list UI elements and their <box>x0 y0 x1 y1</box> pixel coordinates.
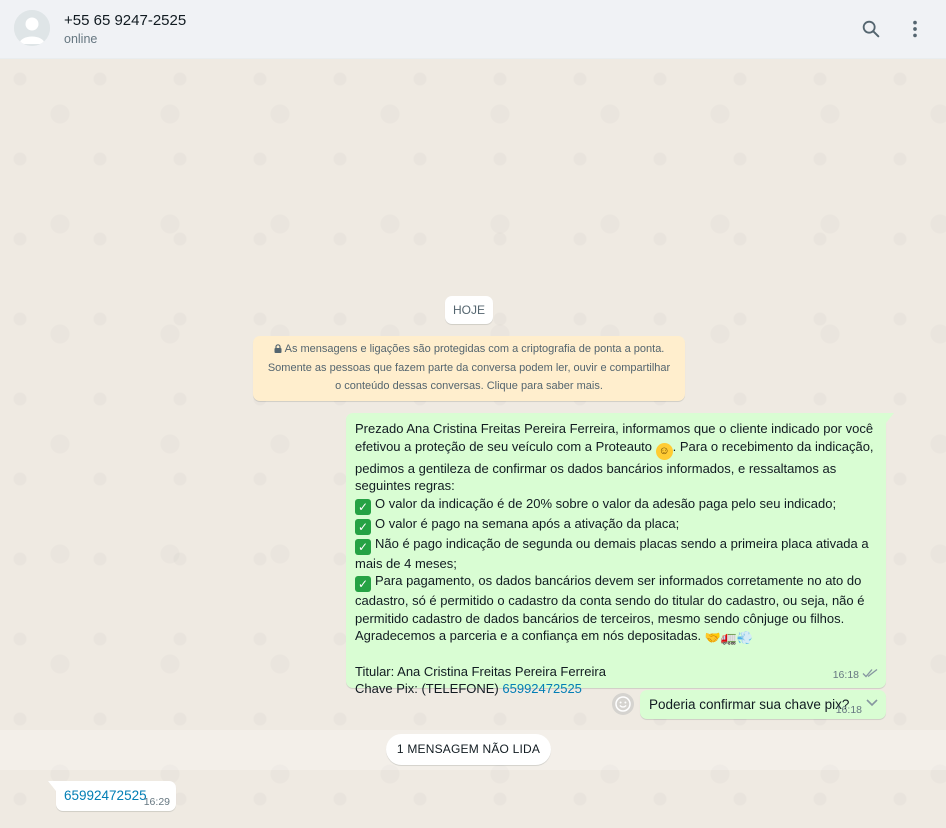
search-icon[interactable] <box>860 18 882 40</box>
message-time: 16:18 <box>832 668 859 681</box>
encryption-notice-line3: o conteúdo dessas conversas. Clique para… <box>335 380 603 392</box>
holder-line: Titular: Ana Cristina Freitas Pereira Fe… <box>355 663 606 679</box>
pix-label: Chave Pix: (TELEFONE) <box>355 681 503 696</box>
rule-text-3: Não é pago indicação de segunda ou demai… <box>355 535 869 571</box>
thanks-text: Agradecemos a parceria e a confiança em … <box>355 628 705 643</box>
encryption-notice-line2: Somente as pessoas que fazem parte da co… <box>267 361 671 374</box>
default-avatar-icon <box>14 10 50 46</box>
encryption-notice[interactable]: As mensagens e ligações são protegidas c… <box>253 336 685 401</box>
encryption-text-1: As mensagens e ligações são protegidas c… <box>284 343 665 355</box>
message-meta-2: 16:18 <box>836 704 862 716</box>
rule-line-3: ✓ Não é pago indicação de segunda ou dema… <box>355 535 875 573</box>
react-emoji-button[interactable] <box>612 693 634 715</box>
incoming-message-bubble[interactable]: 65992472525 16:29 <box>48 781 176 811</box>
dash-emoji-icon: 💨 <box>736 630 753 645</box>
truck-emoji-icon: 🚛 <box>720 630 737 645</box>
rule-text-2: O valor é pago na semana após a ativação… <box>375 515 680 531</box>
incoming-message-meta: 16:29 <box>144 796 170 808</box>
incoming-phone-link[interactable]: 65992472525 <box>64 788 147 803</box>
bubble-tail-icon <box>886 413 894 423</box>
rule-line-1: ✓ O valor da indicação é de 20% sobre o v… <box>355 495 875 515</box>
date-chip: HOJE <box>445 296 493 324</box>
contact-status: online <box>64 32 98 46</box>
smiley-icon <box>615 696 631 712</box>
check-mark-emoji-icon: ✓ <box>355 576 371 592</box>
message-meta: 16:18 <box>833 667 878 685</box>
thanks-line: Agradecemos a parceria e a confiança em … <box>355 627 875 645</box>
message-text-2: Poderia confirmar sua chave pix? <box>649 697 850 712</box>
pix-phone-link[interactable]: 65992472525 <box>502 681 582 696</box>
lock-icon <box>274 344 282 353</box>
check-mark-emoji-icon: ✓ <box>355 498 371 515</box>
message-time-2: 16:18 <box>835 704 862 716</box>
chat-header: +55 65 9247-2525 online <box>0 0 946 59</box>
rule-text-1: O valor da indicação é de 20% sobre o va… <box>375 495 837 511</box>
contact-name[interactable]: +55 65 9247-2525 <box>64 12 186 29</box>
check-mark-emoji-icon: ✓ <box>355 538 371 555</box>
incoming-message-time: 16:29 <box>143 796 170 808</box>
message-intro: Prezado Ana Cristina Freitas Pereira Fer… <box>355 420 875 495</box>
rule-line-4: ✓ Para pagamento, os dados bancários deve… <box>355 572 875 627</box>
outgoing-message-bubble[interactable]: Prezado Ana Cristina Freitas Pereira Fer… <box>346 413 894 696</box>
encryption-notice-line1: As mensagens e ligações são protegidas c… <box>263 340 675 359</box>
unread-messages-chip: 1 MENSAGEM NÃO LIDA <box>386 734 551 765</box>
message-text: Prezado Ana Cristina Freitas Pereira Fer… <box>355 420 875 698</box>
kebab-menu-icon[interactable] <box>904 18 926 40</box>
bubble-tail-icon <box>48 781 56 791</box>
check-mark-emoji-icon: ✓ <box>355 518 371 535</box>
handshake-emoji-icon: 🤝 <box>704 630 721 645</box>
grinning-face-emoji-icon: ☺ <box>655 442 673 460</box>
contact-avatar[interactable] <box>14 10 50 46</box>
double-tick-icon <box>862 668 878 677</box>
outgoing-message-bubble-2[interactable]: Poderia confirmar sua chave pix? 16:18 <box>640 690 886 719</box>
chevron-down-icon[interactable] <box>866 699 878 707</box>
rule-text-4: Para pagamento, os dados bancários devem… <box>355 573 865 626</box>
chat-scrollbar[interactable] <box>940 59 946 729</box>
rule-line-2: ✓ O valor é pago na semana após a ativaçã… <box>355 515 875 535</box>
